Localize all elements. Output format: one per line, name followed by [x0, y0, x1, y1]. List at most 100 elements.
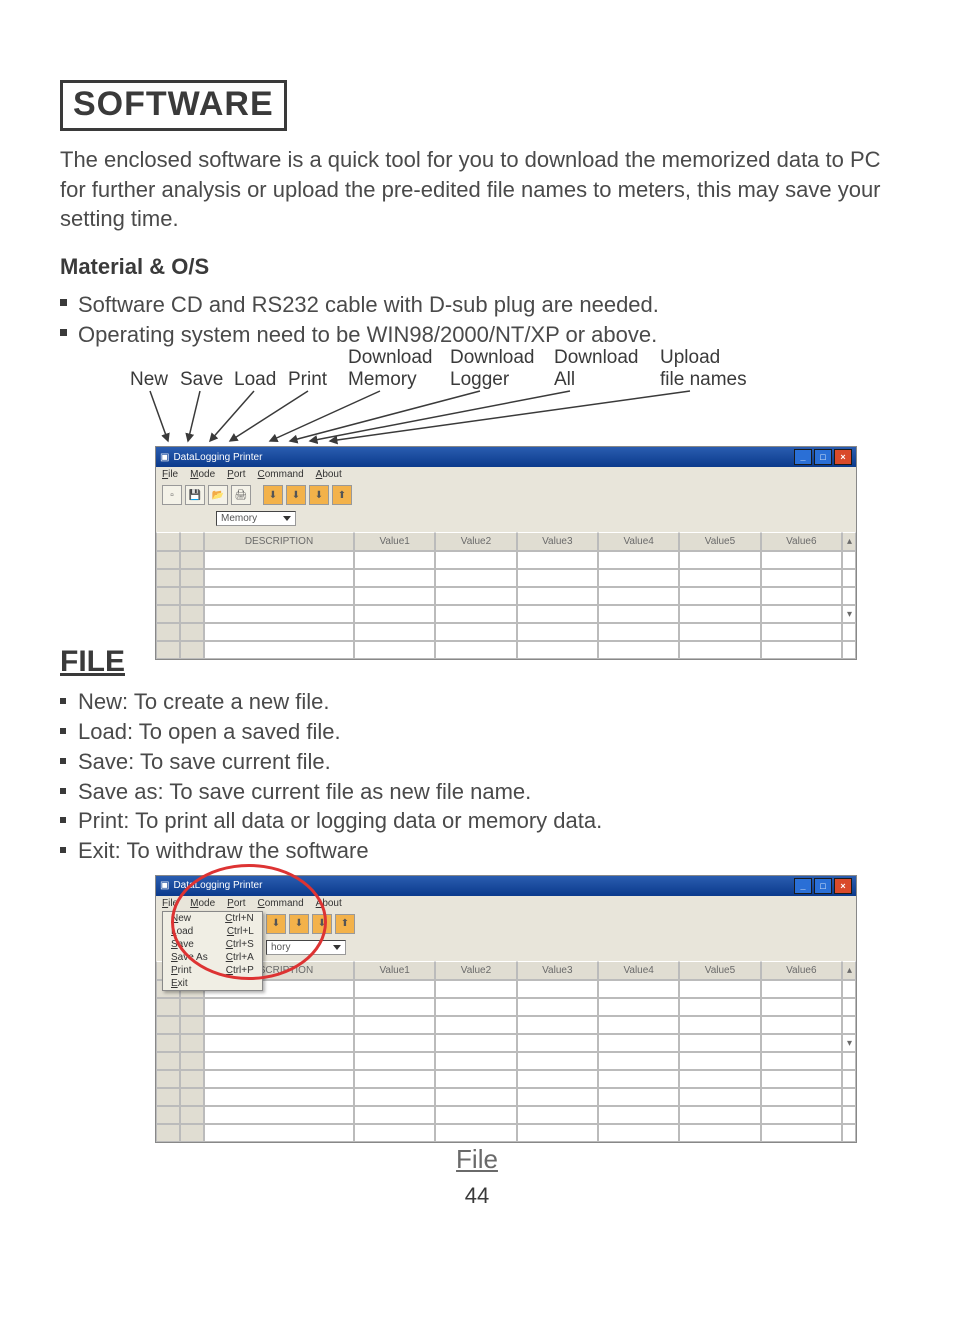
app-icon: ▣ — [160, 452, 169, 463]
menu-file[interactable]: File — [162, 898, 178, 909]
col-value3: Value3 — [517, 532, 598, 551]
menu-bar: File Mode Port Command About — [156, 467, 856, 482]
scroll-up-button[interactable]: ▴ — [842, 961, 856, 980]
toolbar-new-button[interactable]: ▫ — [162, 485, 182, 505]
toolbar-download-logger-button[interactable]: ⬇ — [289, 914, 309, 934]
menu-item-label: Save As — [171, 952, 208, 963]
toolbar-download-memory-button[interactable]: ⬇ — [263, 485, 283, 505]
list-item: Exit: To withdraw the software — [60, 836, 894, 866]
label-print: Print — [288, 369, 327, 391]
toolbar-load-button[interactable]: 📂 — [208, 485, 228, 505]
col-value2: Value2 — [435, 532, 516, 551]
list-item: Save as: To save current file as new fil… — [60, 777, 894, 807]
list-item: Print: To print all data or logging data… — [60, 806, 894, 836]
col-value6: Value6 — [761, 961, 842, 980]
chevron-down-icon — [283, 516, 291, 521]
toolbar-upload-button[interactable]: ⬆ — [332, 485, 352, 505]
mode-dropdown-value: hory — [271, 942, 290, 953]
scroll-down-button[interactable]: ▾ — [842, 605, 856, 623]
toolbar-download-memory-button[interactable]: ⬇ — [266, 914, 286, 934]
label-download-logger-1: Download — [450, 347, 535, 369]
heading-material: Material & O/S — [60, 254, 894, 280]
table-row — [156, 1070, 856, 1088]
minimize-button[interactable]: _ — [794, 449, 812, 465]
label-new: New — [130, 369, 168, 391]
menu-mode[interactable]: Mode — [190, 898, 215, 909]
col-value4: Value4 — [598, 532, 679, 551]
toolbar: ▫ 💾 📂 🖨 ⬇ ⬇ ⬇ ⬆ — [156, 482, 856, 508]
window-titlebar: ▣ DataLogging Printer _ □ × — [156, 876, 856, 896]
arrow-lines — [130, 391, 830, 451]
menu-about[interactable]: About — [316, 469, 342, 480]
file-menu-item-load[interactable]: Load Ctrl+L — [163, 925, 262, 938]
menu-item-label: Exit — [171, 978, 188, 989]
menu-item-shortcut: Ctrl+S — [226, 939, 254, 950]
toolbar-download-all-button[interactable]: ⬇ — [309, 485, 329, 505]
menu-item-shortcut: Ctrl+A — [226, 952, 254, 963]
col-value5: Value5 — [679, 532, 760, 551]
menu-bar: File Mode Port Command About New Ctrl+N … — [156, 896, 856, 911]
table-row — [156, 569, 856, 587]
label-upload-1: Upload — [660, 347, 720, 369]
menu-item-label: Load — [171, 926, 193, 937]
col-value3: Value3 — [517, 961, 598, 980]
list-item: New: To create a new file. — [60, 687, 894, 717]
grid-header: DESCRIPTION Value1 Value2 Value3 Value4 … — [156, 532, 856, 551]
menu-item-label: Save — [171, 939, 194, 950]
menu-item-shortcut: Ctrl+P — [226, 965, 254, 976]
menu-file[interactable]: File — [162, 469, 178, 480]
menu-command[interactable]: Command — [258, 469, 304, 480]
mode-dropdown[interactable]: Memory — [216, 511, 296, 526]
menu-about[interactable]: About — [316, 898, 342, 909]
scroll-up-button[interactable]: ▴ — [842, 532, 856, 551]
label-save: Save — [180, 369, 223, 391]
file-menu-item-save[interactable]: Save Ctrl+S — [163, 938, 262, 951]
maximize-button[interactable]: □ — [814, 449, 832, 465]
heading-software-text: SOFTWARE — [73, 85, 274, 123]
menu-item-label: New — [171, 913, 191, 924]
label-download-all-2: All — [554, 369, 575, 391]
toolbar-download-logger-button[interactable]: ⬇ — [286, 485, 306, 505]
list-item: Load: To open a saved file. — [60, 717, 894, 747]
label-download-memory-1: Download — [348, 347, 433, 369]
mode-dropdown[interactable]: hory — [266, 940, 346, 955]
close-button[interactable]: × — [834, 449, 852, 465]
close-button[interactable]: × — [834, 878, 852, 894]
table-row — [156, 998, 856, 1016]
table-row — [156, 1052, 856, 1070]
col-value6: Value6 — [761, 532, 842, 551]
col-value2: Value2 — [435, 961, 516, 980]
menu-item-label: Print — [171, 965, 192, 976]
col-value1: Value1 — [354, 532, 435, 551]
menu-item-shortcut: Ctrl+N — [225, 913, 254, 924]
table-row — [156, 551, 856, 569]
toolbar-download-all-button[interactable]: ⬇ — [312, 914, 332, 934]
app-screenshot-1: ▣ DataLogging Printer _ □ × File Mode Po… — [156, 447, 856, 659]
label-load: Load — [234, 369, 276, 391]
toolbar-upload-button[interactable]: ⬆ — [335, 914, 355, 934]
file-menu-item-saveas[interactable]: Save As Ctrl+A — [163, 951, 262, 964]
window-title: DataLogging Printer — [173, 880, 262, 891]
toolbar-print-button[interactable]: 🖨 — [231, 485, 251, 505]
maximize-button[interactable]: □ — [814, 878, 832, 894]
table-row — [156, 1088, 856, 1106]
table-row: ▾ — [156, 1034, 856, 1052]
file-menu-item-print[interactable]: Print Ctrl+P — [163, 964, 262, 977]
file-menu-item-exit[interactable]: Exit — [163, 977, 262, 990]
scroll-down-button[interactable]: ▾ — [842, 1034, 856, 1052]
page-number: 44 — [60, 1183, 894, 1209]
col-description: DESCRIPTION — [204, 532, 354, 551]
file-menu-dropdown: New Ctrl+N Load Ctrl+L Save Ctrl+S Save … — [162, 911, 263, 991]
intro-paragraph: The enclosed software is a quick tool fo… — [60, 145, 894, 234]
menu-command[interactable]: Command — [258, 898, 304, 909]
menu-mode[interactable]: Mode — [190, 469, 215, 480]
list-item: Save: To save current file. — [60, 747, 894, 777]
col-value4: Value4 — [598, 961, 679, 980]
col-value1: Value1 — [354, 961, 435, 980]
menu-port[interactable]: Port — [227, 469, 245, 480]
table-row — [156, 623, 856, 641]
toolbar-save-button[interactable]: 💾 — [185, 485, 205, 505]
menu-port[interactable]: Port — [227, 898, 245, 909]
minimize-button[interactable]: _ — [794, 878, 812, 894]
file-menu-item-new[interactable]: New Ctrl+N — [163, 912, 262, 925]
